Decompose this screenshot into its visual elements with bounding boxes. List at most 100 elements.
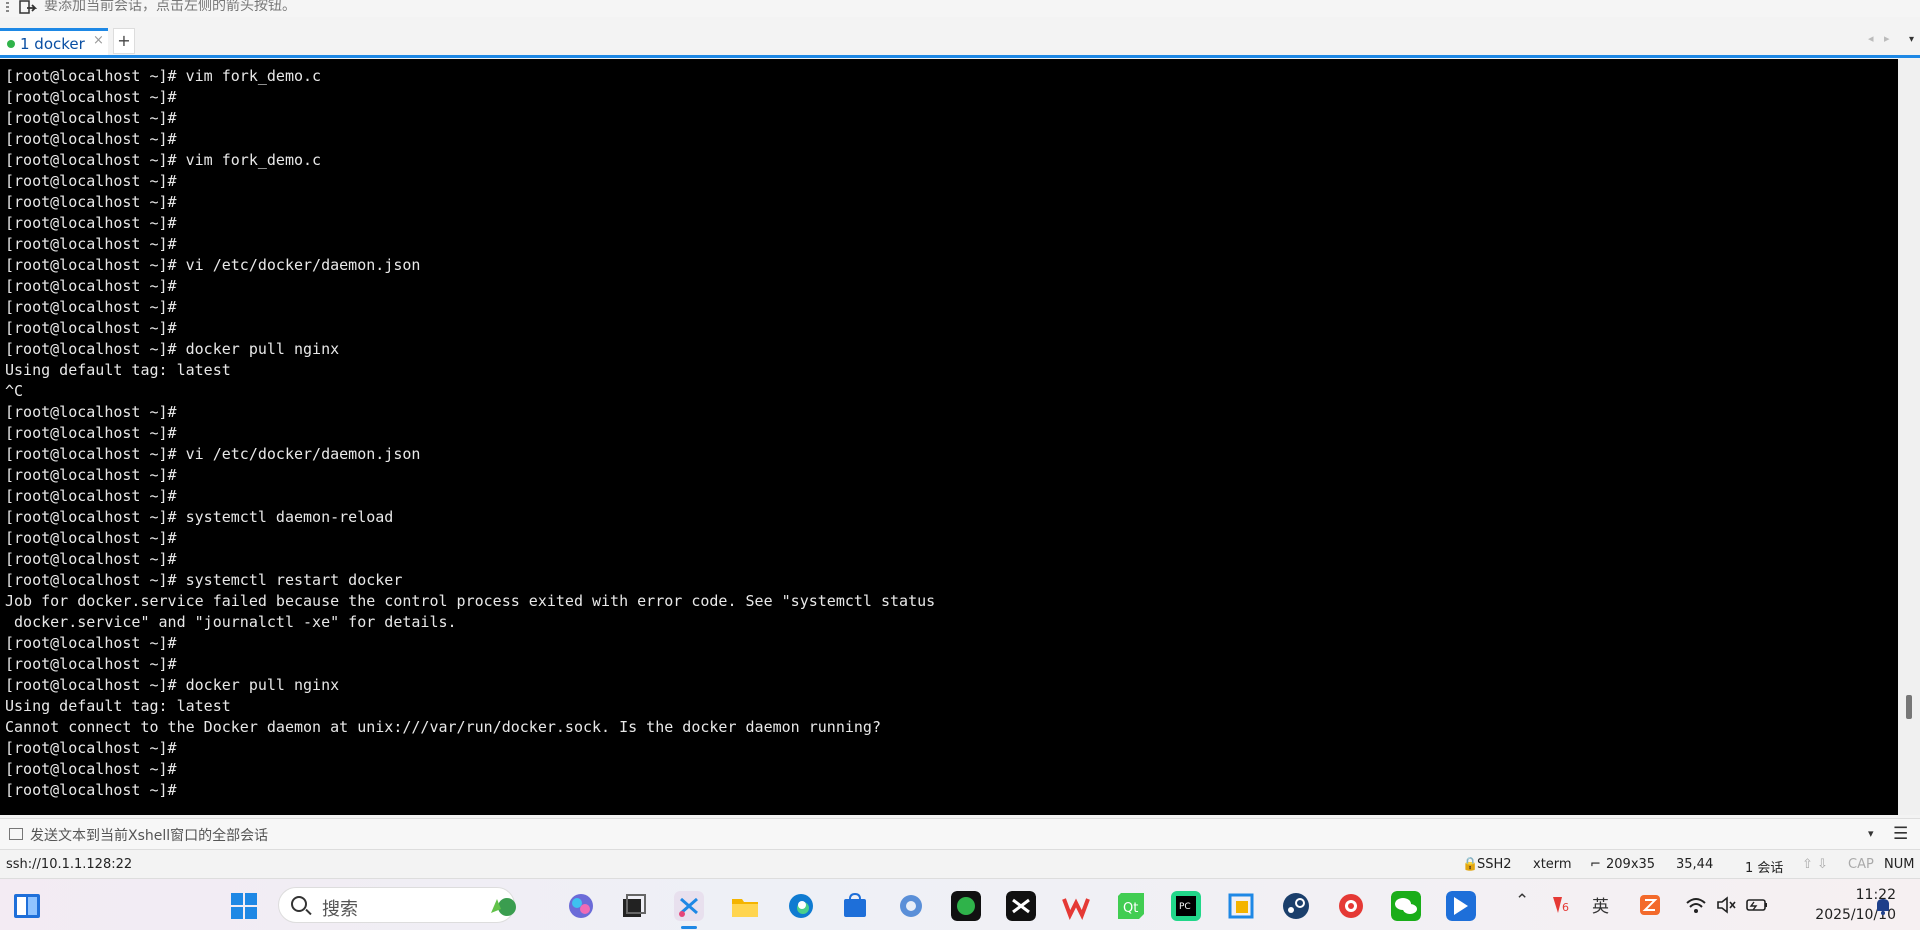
scrollbar-thumb[interactable]: [1906, 695, 1912, 719]
edge-icon[interactable]: [786, 891, 816, 921]
terminal-line: [root@localhost ~]#: [5, 172, 177, 190]
svg-text:Qt: Qt: [1123, 901, 1138, 916]
terminal-output[interactable]: [root@localhost ~]# vim fork_demo.c [root…: [0, 59, 1898, 815]
compose-icon: [9, 828, 23, 840]
start-icon[interactable]: [229, 891, 259, 921]
terminal-line: [root@localhost ~]#: [5, 634, 177, 652]
terminal-line: [root@localhost ~]#: [5, 739, 177, 757]
terminal-line: [root@localhost ~]#: [5, 193, 177, 211]
search-icon: [291, 896, 307, 912]
settings-gear-icon[interactable]: [896, 891, 926, 921]
capcut-icon[interactable]: [1006, 891, 1036, 921]
copilot-icon[interactable]: [566, 891, 596, 921]
terminal-line: [root@localhost ~]# systemctl daemon-rel…: [5, 508, 394, 526]
terminal-line: [root@localhost ~]# vi /etc/docker/daemo…: [5, 256, 421, 274]
terminal-line: [root@localhost ~]# systemctl restart do…: [5, 571, 403, 589]
lock-icon: 🔒: [1462, 857, 1479, 872]
tab-next-icon[interactable]: ▸: [1884, 32, 1890, 45]
svg-text:6: 6: [1562, 901, 1569, 914]
terminal-line: [root@localhost ~]#: [5, 487, 177, 505]
terminal-line: [root@localhost ~]#: [5, 655, 177, 673]
terminal-line: docker.service" and "journalctl -xe" for…: [5, 613, 457, 631]
toolbar-grip[interactable]: [6, 2, 9, 14]
cursor-position: 35,44: [1676, 857, 1714, 872]
virtualbox-icon[interactable]: [1226, 891, 1256, 921]
tab-list-dropdown-icon[interactable]: ▾: [1909, 34, 1914, 45]
taskbar-search[interactable]: 搜索: [278, 887, 515, 923]
session-count: 1 会话: [1745, 861, 1784, 876]
qt-icon[interactable]: Qt: [1116, 891, 1146, 921]
hint-bar: 要添加当前会话，点击左侧的箭头按钮。: [0, 0, 1920, 17]
compose-placeholder[interactable]: 发送文本到当前Xshell窗口的全部会话: [30, 825, 268, 845]
terminal-line: [root@localhost ~]#: [5, 403, 177, 421]
tab-docker[interactable]: 1 docker ×: [0, 28, 108, 57]
caps-lock-indicator: CAP: [1848, 857, 1874, 872]
terminal-line: [root@localhost ~]#: [5, 781, 177, 799]
compose-dropdown-icon[interactable]: ▾: [1868, 827, 1874, 840]
tab-close-icon[interactable]: ×: [93, 33, 104, 48]
battery-icon[interactable]: [1745, 894, 1769, 916]
security-tray-icon[interactable]: 6: [1550, 893, 1574, 917]
terminal-line: [root@localhost ~]# docker pull nginx: [5, 676, 340, 694]
terminal-line: [root@localhost ~]#: [5, 760, 177, 778]
volume-muted-icon[interactable]: [1715, 894, 1737, 916]
status-bar: ssh://10.1.1.128:22 🔒 SSH2 xterm ⌐ 209x3…: [0, 852, 1920, 878]
widgets-icon[interactable]: [12, 891, 42, 921]
terminal-line: Job for docker.service failed because th…: [5, 592, 936, 610]
browser-red-icon[interactable]: [1336, 891, 1366, 921]
wifi-icon[interactable]: [1685, 894, 1707, 916]
pycharm-icon[interactable]: PC: [1171, 891, 1201, 921]
terminal-scrollbar[interactable]: [1898, 59, 1920, 815]
active-app-indicator: [681, 926, 697, 929]
wechat-icon[interactable]: [1391, 891, 1421, 921]
wps-icon[interactable]: [1061, 891, 1091, 921]
tray-app-icon[interactable]: [1638, 893, 1662, 917]
num-lock-indicator: NUM: [1884, 857, 1915, 872]
terminal-line: [root@localhost ~]#: [5, 319, 177, 337]
transfer-arrows-icon: ⇧ ⇩: [1802, 857, 1828, 872]
terminal-line: [root@localhost ~]# docker pull nginx: [5, 340, 340, 358]
terminal-line: [root@localhost ~]#: [5, 298, 177, 316]
terminal-line: [root@localhost ~]#: [5, 109, 177, 127]
feishu-icon[interactable]: [1446, 891, 1476, 921]
tab-label: 1 docker: [20, 35, 85, 53]
store-icon[interactable]: [840, 891, 870, 921]
svg-text:PC: PC: [1179, 902, 1191, 912]
session-tab-bar: 1 docker × + ◂ ▸ ▾: [0, 17, 1920, 57]
terminal-line: Cannot connect to the Docker daemon at u…: [5, 718, 881, 736]
input-language[interactable]: 英: [1592, 892, 1609, 917]
connected-status-icon: [7, 40, 15, 48]
terminal-line: [root@localhost ~]#: [5, 424, 177, 442]
new-tab-button[interactable]: +: [113, 28, 135, 54]
compose-bar[interactable]: 发送文本到当前Xshell窗口的全部会话 ▾ ☰: [0, 818, 1920, 850]
terminal-size: 209x35: [1606, 857, 1656, 872]
terminal-line: [root@localhost ~]# vi /etc/docker/daemo…: [5, 445, 421, 463]
terminal-line: [root@localhost ~]#: [5, 529, 177, 547]
terminal-line: [root@localhost ~]# vim fork_demo.c: [5, 67, 322, 85]
terminal-line: [root@localhost ~]#: [5, 88, 177, 106]
add-session-arrow-icon[interactable]: [18, 0, 40, 16]
terminal-line: [root@localhost ~]#: [5, 466, 177, 484]
hint-text: 要添加当前会话，点击左侧的箭头按钮。: [44, 0, 296, 14]
steam-icon[interactable]: [1281, 891, 1311, 921]
notification-bell-icon[interactable]: [1872, 895, 1894, 917]
tab-underline: [0, 55, 1920, 58]
terminal-line: ^C: [5, 382, 24, 400]
terminal-line: [root@localhost ~]#: [5, 277, 177, 295]
task-view-icon[interactable]: [619, 891, 649, 921]
search-placeholder: 搜索: [322, 899, 358, 920]
compose-menu-icon[interactable]: ☰: [1893, 824, 1908, 844]
terminal-line: [root@localhost ~]#: [5, 235, 177, 253]
tray-overflow-icon[interactable]: ⌃: [1515, 891, 1529, 911]
windows-taskbar: 搜索 Qt PC ⌃ 6 英 11:22 2025/10/10: [0, 878, 1920, 930]
terminal-line: [root@localhost ~]# vim fork_demo.c: [5, 151, 322, 169]
search-highlight-icon: [491, 898, 516, 916]
connection-address: ssh://10.1.1.128:22: [6, 857, 133, 872]
tab-prev-icon[interactable]: ◂: [1868, 32, 1874, 45]
file-explorer-icon[interactable]: [730, 891, 760, 921]
snipping-tool-icon[interactable]: [674, 891, 704, 921]
terminal-line: [root@localhost ~]#: [5, 214, 177, 232]
terminal-line: [root@localhost ~]#: [5, 550, 177, 568]
app-green-icon[interactable]: [951, 891, 981, 921]
size-icon: ⌐: [1590, 857, 1601, 872]
